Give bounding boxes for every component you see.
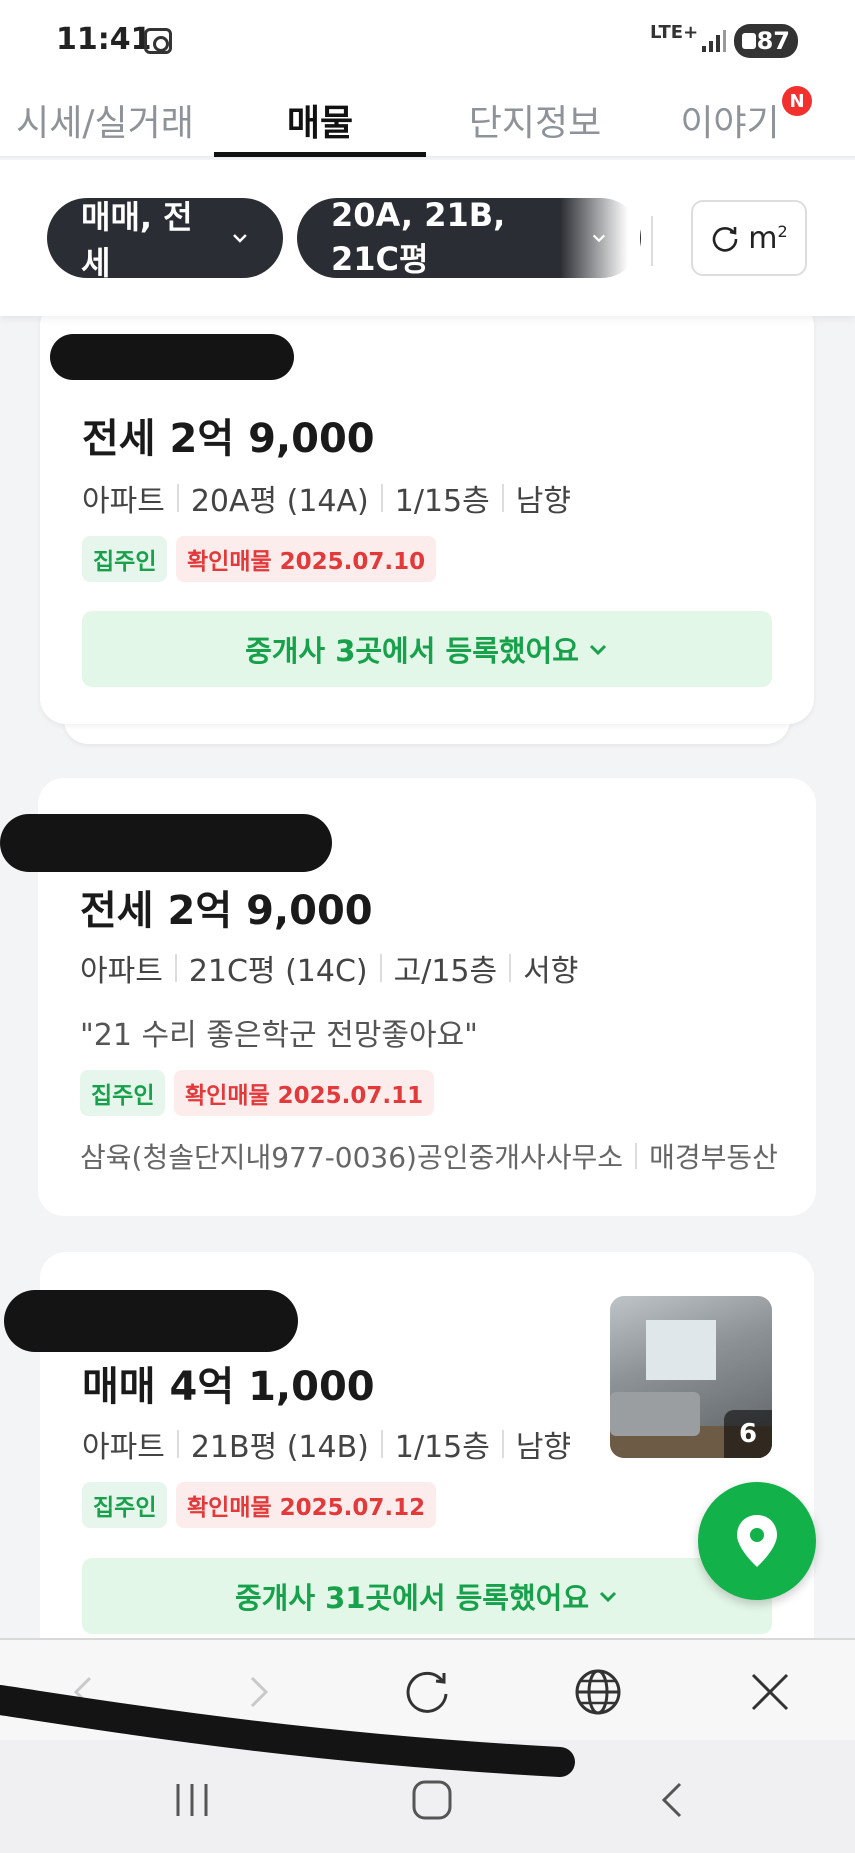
listing-price: 전세 2억 9,000: [82, 416, 375, 462]
system-back-button[interactable]: [642, 1770, 702, 1830]
verified-tag: 확인매물 2025.07.11: [174, 1070, 435, 1116]
owner-tag: 집주인: [82, 1482, 168, 1528]
listing-specs: 아파트 21B평 (14B) 1/15층 남향: [82, 1430, 572, 1465]
tab-bar: 시세/실거래 매물 단지정보 이야기: [0, 80, 855, 158]
screenshot-icon: [144, 28, 172, 54]
agents-expand-button[interactable]: 중개사 31곳에서 등록했어요: [82, 1558, 772, 1634]
chevron-down-icon: [233, 234, 247, 243]
tab-price-history[interactable]: 시세/실거래: [10, 90, 200, 150]
close-icon: [751, 1673, 789, 1711]
agents-expand-button[interactable]: 중개사 3곳에서 등록했어요: [82, 611, 772, 687]
status-bar: 11:41 LTE+ 87: [0, 0, 855, 80]
home-icon: [412, 1780, 452, 1820]
active-tab-indicator: [214, 152, 426, 157]
chevron-down-icon: [599, 1591, 617, 1603]
listing-specs: 아파트 21C평 (14C) 고/15층 서향: [80, 954, 579, 989]
owner-tag: 집주인: [80, 1070, 166, 1116]
trade-type-label: 매매, 전세: [81, 198, 193, 282]
new-badge: N: [782, 86, 812, 116]
redacted-title: [0, 814, 332, 872]
unit-label: m2: [748, 220, 788, 256]
map-view-button[interactable]: [698, 1482, 816, 1600]
tab-stories[interactable]: 이야기: [660, 90, 800, 150]
recents-icon: [176, 1784, 208, 1816]
back-icon: [661, 1782, 682, 1818]
tab-listings[interactable]: 매물: [214, 90, 426, 150]
redacted-title: [4, 1290, 298, 1352]
listing-photo[interactable]: 6: [610, 1296, 772, 1458]
listing-description: "21 수리 좋은학군 전망좋아요": [80, 1018, 478, 1053]
verified-tag: 확인매물 2025.07.12: [176, 1482, 437, 1528]
browser-close-button[interactable]: [740, 1662, 800, 1722]
listing-price: 매매 4억 1,000: [82, 1364, 375, 1410]
battery-indicator: 87: [734, 24, 798, 58]
map-pin-icon: [737, 1515, 777, 1567]
filter-divider: [651, 216, 653, 266]
unit-toggle-button[interactable]: m2: [691, 200, 807, 276]
status-time: 11:41: [56, 22, 152, 57]
filter-bar: 매매, 전세 20A, 21B, 21C평 m2: [0, 160, 855, 316]
owner-tag: 집주인: [82, 536, 168, 582]
photo-count: 6: [724, 1410, 772, 1458]
redaction-stroke: [0, 1685, 575, 1777]
trade-type-filter[interactable]: 매매, 전세: [47, 198, 283, 282]
listing-specs: 아파트 20A평 (14A) 1/15층 남향: [82, 484, 571, 519]
agency-names: 삼육(청솔단지내977-0036)공인중개사사무소 매경부동산: [80, 1141, 778, 1174]
chip-fade: [560, 198, 640, 278]
listing-price: 전세 2억 9,000: [80, 888, 373, 934]
chevron-down-icon: [589, 644, 606, 656]
signal-icon: [702, 30, 726, 52]
verified-tag: 확인매물 2025.07.10: [176, 536, 437, 582]
redacted-title: [50, 334, 294, 380]
tab-complex-info[interactable]: 단지정보: [440, 90, 630, 150]
size-filter-label: 20A, 21B, 21C평: [331, 196, 506, 278]
network-type: LTE+: [650, 22, 699, 43]
refresh-icon: [713, 227, 738, 252]
